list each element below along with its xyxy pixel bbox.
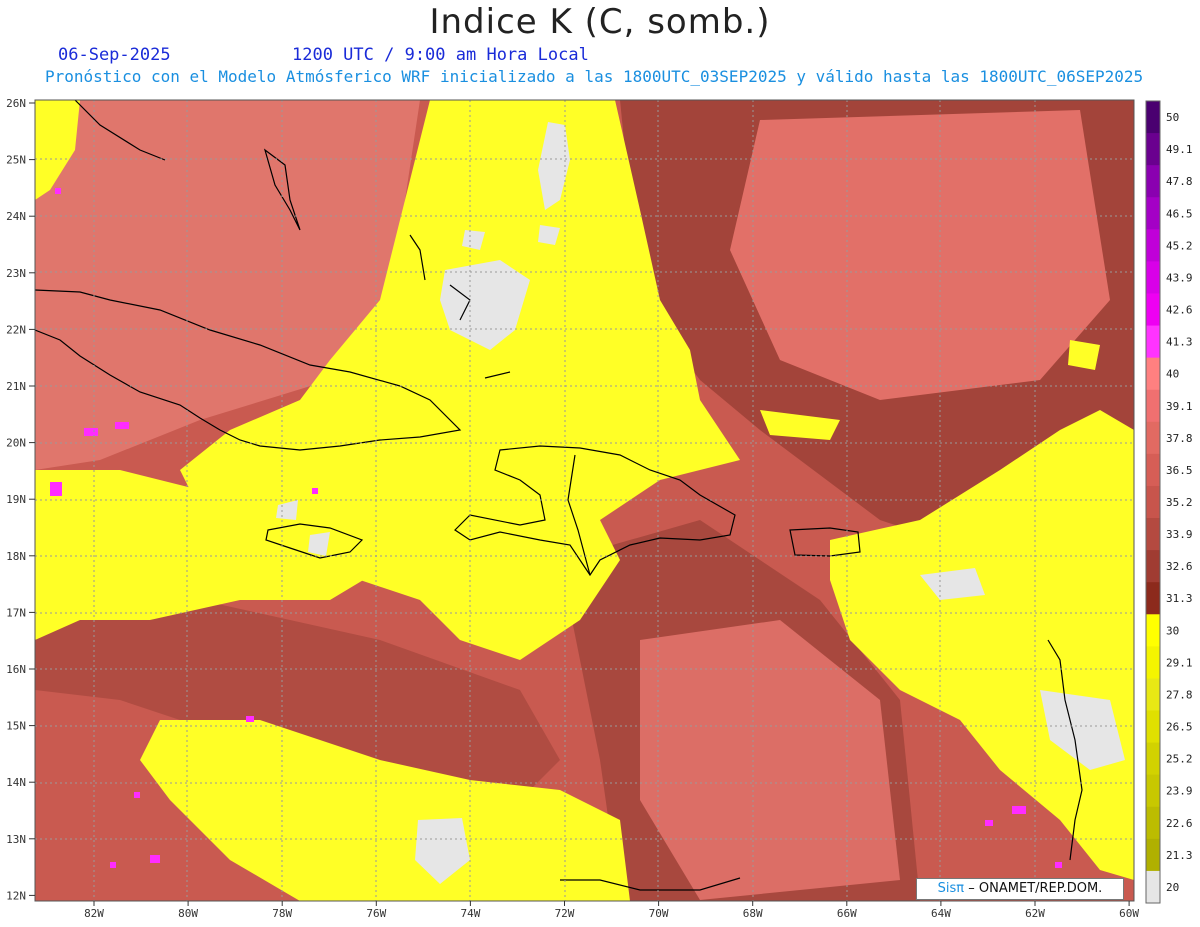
colorbar-swatch [1146, 357, 1160, 391]
lat-label: 16N [6, 663, 26, 676]
colorbar-label: 47.8 [1166, 175, 1193, 188]
lat-label: 22N [6, 323, 26, 336]
colorbar-swatch [1146, 678, 1160, 712]
colorbar-swatch [1146, 293, 1160, 327]
lon-label: 64W [931, 907, 951, 920]
lon-label: 76W [366, 907, 386, 920]
lat-label: 15N [6, 720, 26, 733]
lat-label: 20N [6, 437, 26, 450]
lat-label: 23N [6, 267, 26, 280]
lat-label: 24N [6, 210, 26, 223]
colorbar-label: 29.1 [1166, 656, 1193, 669]
colorbar-label: 49.1 [1166, 143, 1193, 156]
colorbar-label: 42.6 [1166, 304, 1193, 317]
lat-label: 12N [6, 889, 26, 902]
colorbar-swatch [1146, 774, 1160, 808]
colorbar-label: 39.1 [1166, 400, 1193, 413]
colorbar-label: 36.5 [1166, 464, 1193, 477]
latitude-labels: 26N 25N 24N 23N 22N 21N 20N 19N 18N 17N 16N 15N 14N 1… [6, 97, 35, 902]
colorbar-swatch [1146, 838, 1160, 872]
lon-label: 66W [837, 907, 857, 920]
lat-label: 21N [6, 380, 26, 393]
colorbar-label: 35.2 [1166, 496, 1193, 509]
colorbar-label: 23.9 [1166, 785, 1193, 798]
colorbar-label: 33.9 [1166, 528, 1193, 541]
colorbar-swatch [1146, 101, 1160, 134]
lon-label: 62W [1025, 907, 1045, 920]
k-field-light-region [730, 110, 1110, 400]
colorbar-label: 41.3 [1166, 336, 1193, 349]
lon-label: 74W [460, 907, 480, 920]
lat-label: 26N [6, 97, 26, 110]
lon-label: 68W [743, 907, 763, 920]
colorbar-swatch [1146, 806, 1160, 840]
colorbar-label: 37.8 [1166, 432, 1193, 445]
colorbar-swatch [1146, 518, 1160, 551]
colorbar-swatch [1146, 550, 1160, 583]
colorbar: 50 49.1 47.8 46.5 45.2 43.9 42.6 41.3 40 39.1 37.8… [1145, 100, 1193, 904]
colorbar-swatch [1146, 614, 1160, 647]
lat-label: 14N [6, 776, 26, 789]
colorbar-swatch [1146, 325, 1160, 359]
lat-label: 19N [6, 493, 26, 506]
colorbar-swatch [1146, 646, 1160, 679]
colorbar-label: 25.2 [1166, 753, 1193, 766]
colorbar-label: 26.5 [1166, 721, 1193, 734]
colorbar-label: 32.6 [1166, 560, 1193, 573]
colorbar-label: 45.2 [1166, 239, 1193, 252]
colorbar-label: 22.6 [1166, 817, 1193, 830]
colorbar-swatch [1146, 710, 1160, 744]
colorbar-label: 40 [1166, 368, 1179, 381]
k-field-yellow-region [1068, 340, 1100, 370]
map-field [35, 100, 1134, 901]
colorbar-label: 20 [1166, 881, 1179, 894]
footer-text: – ONAMET/REP.DOM. [968, 881, 1103, 896]
colorbar-swatch [1146, 165, 1160, 198]
brand-logo: Sisπ [937, 881, 965, 896]
lon-label: 80W [178, 907, 198, 920]
colorbar-swatch [1146, 229, 1160, 262]
lon-label: 78W [272, 907, 292, 920]
colorbar-swatch [1146, 421, 1160, 455]
k-index-map: 26N 25N 24N 23N 22N 21N 20N 19N 18N 17N 16N 15N 14N 1… [6, 97, 1193, 920]
colorbar-swatch [1146, 485, 1160, 519]
colorbar-swatch [1146, 742, 1160, 776]
colorbar-label: 46.5 [1166, 207, 1193, 220]
lat-label: 18N [6, 550, 26, 563]
colorbar-swatch [1146, 389, 1160, 423]
colorbar-swatch [1146, 197, 1160, 230]
lon-label: 72W [555, 907, 575, 920]
colorbar-swatch [1146, 870, 1160, 904]
colorbar-label: 31.3 [1166, 592, 1193, 605]
lat-label: 17N [6, 606, 26, 619]
colorbar-label: 21.3 [1166, 849, 1193, 862]
colorbar-label: 27.8 [1166, 688, 1193, 701]
colorbar-swatch [1146, 582, 1160, 615]
colorbar-label: 50 [1166, 111, 1179, 124]
lon-label: 82W [84, 907, 104, 920]
colorbar-swatch [1146, 453, 1160, 487]
lat-label: 25N [6, 154, 26, 167]
colorbar-label: 43.9 [1166, 271, 1193, 284]
lon-label: 70W [649, 907, 669, 920]
lat-label: 13N [6, 833, 26, 846]
longitude-labels: 82W 80W 78W 76W 74W 72W 70W 68W 66W 64W 62W 60W [84, 901, 1139, 920]
lon-label: 60W [1119, 907, 1139, 920]
footer-credit: Sisπ – ONAMET/REP.DOM. [916, 878, 1124, 900]
colorbar-swatch [1146, 261, 1160, 294]
colorbar-swatch [1146, 133, 1160, 166]
colorbar-label: 30 [1166, 624, 1179, 637]
